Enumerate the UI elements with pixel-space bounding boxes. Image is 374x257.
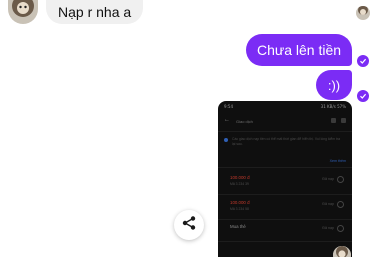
attachment-status-bar: 9:54 31 KB/s 57% [218,101,352,111]
divider [218,167,352,168]
share-icon [181,215,197,236]
sender-avatar[interactable] [8,0,38,24]
outgoing-message-text: :)) [327,77,341,93]
attachment-status-time: 9:54 [224,104,233,109]
transaction-row: Mua thẻ Đã nạp [224,222,346,240]
outgoing-message[interactable]: Chưa lên tiền [246,34,352,66]
divider [218,131,352,132]
attachment-status-right: 31 KB/s 57% [320,104,346,109]
transaction-detail: Mã 3 234 39 [230,182,249,186]
attachment-top-bar: ← Giao dịch [224,117,346,127]
chat-conversation: Nạp r nha a Chưa lên tiền :)) 9:54 31 KB… [0,0,374,257]
incoming-message-text: Nạp r nha a [58,4,132,20]
back-arrow-icon: ← [224,117,230,123]
seen-avatar [356,6,370,20]
status-icon [337,225,344,232]
transaction-row: 100.000 đ Mã 3 234 58 Đã nạp [224,198,346,216]
transaction-status: Đã nạp [322,177,334,181]
check-icon [357,55,369,67]
transaction-row: 100.000 đ Mã 3 234 39 Đã nạp [224,173,346,191]
attachment-link: Xem thêm [329,159,346,163]
seen-avatar [333,246,351,257]
attachment-title: Giao dịch [236,119,253,124]
status-icon [337,201,344,208]
divider [218,241,352,242]
transaction-status: Đã nạp [322,226,334,230]
divider [218,219,352,220]
download-icon [331,118,336,123]
transaction-amount: 100.000 đ [230,175,250,180]
screenshot-attachment[interactable]: 9:54 31 KB/s 57% ← Giao dịch Các giao dị… [218,101,352,257]
check-icon [357,90,369,102]
share-button[interactable] [174,210,204,240]
transaction-amount: Mua thẻ [230,224,246,229]
transaction-status: Đã nạp [322,202,334,206]
status-icon [337,176,344,183]
more-icon [341,118,346,123]
transaction-detail: Mã 3 234 58 [230,207,249,211]
divider [218,194,352,195]
attachment-notice-text: Các giao dịch nạp tiền có thể mất thời g… [232,137,341,146]
incoming-message[interactable]: Nạp r nha a [46,0,144,24]
outgoing-message[interactable]: :)) [316,70,352,100]
transaction-amount: 100.000 đ [230,200,250,205]
info-icon [224,138,228,142]
outgoing-message-text: Chưa lên tiền [256,42,342,58]
